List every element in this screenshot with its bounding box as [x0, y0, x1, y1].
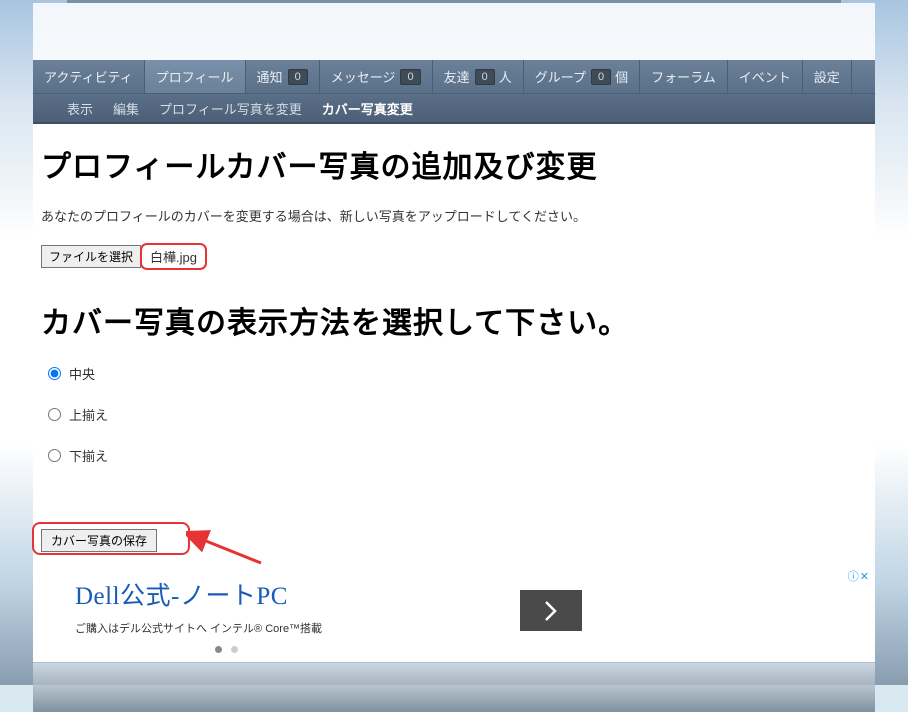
- ad-next-button[interactable]: [520, 590, 582, 631]
- nav-tab-label: グループ: [535, 67, 586, 86]
- ad-dot[interactable]: [215, 646, 222, 653]
- nav-badge: 0: [400, 69, 420, 85]
- align-radio-1[interactable]: [48, 408, 61, 421]
- subnav-item-1[interactable]: 編集: [113, 99, 139, 118]
- radio-row-2: 下揃え: [48, 446, 875, 465]
- ad-title[interactable]: Dell公式-ノートPC: [75, 576, 875, 612]
- footer-bg: [33, 662, 875, 712]
- nav-badge: 0: [591, 69, 611, 85]
- nav-badge: 0: [288, 69, 308, 85]
- header-space: [33, 3, 875, 60]
- ad-pagination-dots[interactable]: [215, 646, 238, 653]
- nav-tab-label: 通知: [257, 67, 283, 86]
- subnav-item-3[interactable]: カバー写真変更: [322, 99, 413, 118]
- nav-tab-6[interactable]: フォーラム: [640, 60, 728, 93]
- ad-dot[interactable]: [231, 646, 238, 653]
- main-nav: アクティビティプロフィール通知0メッセージ0友達0人グループ0個フォーラムイベン…: [33, 60, 875, 94]
- ad-banner: ⓘ✕ Dell公式-ノートPC ご購入はデル公式サイトへ インテル® Core™…: [33, 566, 875, 662]
- ad-close-icon[interactable]: ✕: [860, 571, 870, 583]
- nav-tab-1[interactable]: プロフィール: [145, 60, 246, 93]
- align-radio-2[interactable]: [48, 449, 61, 462]
- nav-tab-3[interactable]: メッセージ0: [320, 60, 433, 93]
- radio-label: 中央: [69, 364, 95, 383]
- nav-badge-suffix: 個: [615, 67, 628, 86]
- nav-tab-label: フォーラム: [651, 67, 716, 86]
- radio-row-1: 上揃え: [48, 405, 875, 424]
- save-cover-button[interactable]: カバー写真の保存: [41, 529, 157, 552]
- nav-tab-4[interactable]: 友達 0人: [433, 60, 524, 93]
- nav-tab-label: メッセージ: [331, 67, 396, 86]
- ad-info-icons[interactable]: ⓘ✕: [848, 568, 870, 584]
- nav-tab-2[interactable]: 通知 0: [246, 60, 320, 93]
- radio-label: 下揃え: [69, 446, 108, 465]
- align-radio-0[interactable]: [48, 367, 61, 380]
- nav-tab-label: 設定: [814, 67, 840, 86]
- radio-row-0: 中央: [48, 364, 875, 383]
- file-select-button[interactable]: ファイルを選択: [41, 245, 141, 268]
- ad-subtitle: ご購入はデル公式サイトへ インテル® Core™搭載: [75, 620, 875, 636]
- nav-badge: 0: [475, 69, 495, 85]
- page-title: プロフィールカバー写真の追加及び変更: [41, 142, 875, 186]
- nav-tab-5[interactable]: グループ 0個: [524, 60, 640, 93]
- nav-badge-suffix: 人: [499, 67, 512, 86]
- section-title: カバー写真の表示方法を選択して下さい。: [41, 298, 875, 342]
- subnav-item-2[interactable]: プロフィール写真を変更: [159, 99, 302, 118]
- subnav-item-0[interactable]: 表示: [67, 99, 93, 118]
- nav-tab-0[interactable]: アクティビティ: [33, 60, 145, 93]
- selected-filename: 白樺.jpg: [140, 243, 207, 270]
- nav-tab-8[interactable]: 設定: [803, 60, 852, 93]
- chevron-right-icon: [544, 600, 558, 622]
- nav-tab-7[interactable]: イベント: [728, 60, 803, 93]
- page-content: プロフィールカバー写真の追加及び変更 あなたのプロフィールのカバーを変更する場合…: [33, 124, 875, 662]
- radio-label: 上揃え: [69, 405, 108, 424]
- ad-info-icon[interactable]: ⓘ: [848, 571, 860, 583]
- nav-tab-label: 友達: [444, 67, 470, 86]
- sub-nav: 表示 編集 プロフィール写真を変更 カバー写真変更: [33, 94, 875, 124]
- nav-tab-label: プロフィール: [156, 67, 234, 86]
- page-description: あなたのプロフィールのカバーを変更する場合は、新しい写真をアップロードしてくださ…: [41, 206, 875, 225]
- arrow-annotation: [186, 521, 266, 571]
- file-chooser-row: ファイルを選択 白樺.jpg: [41, 243, 875, 270]
- nav-tab-label: アクティビティ: [44, 67, 133, 86]
- nav-tab-label: イベント: [739, 67, 791, 86]
